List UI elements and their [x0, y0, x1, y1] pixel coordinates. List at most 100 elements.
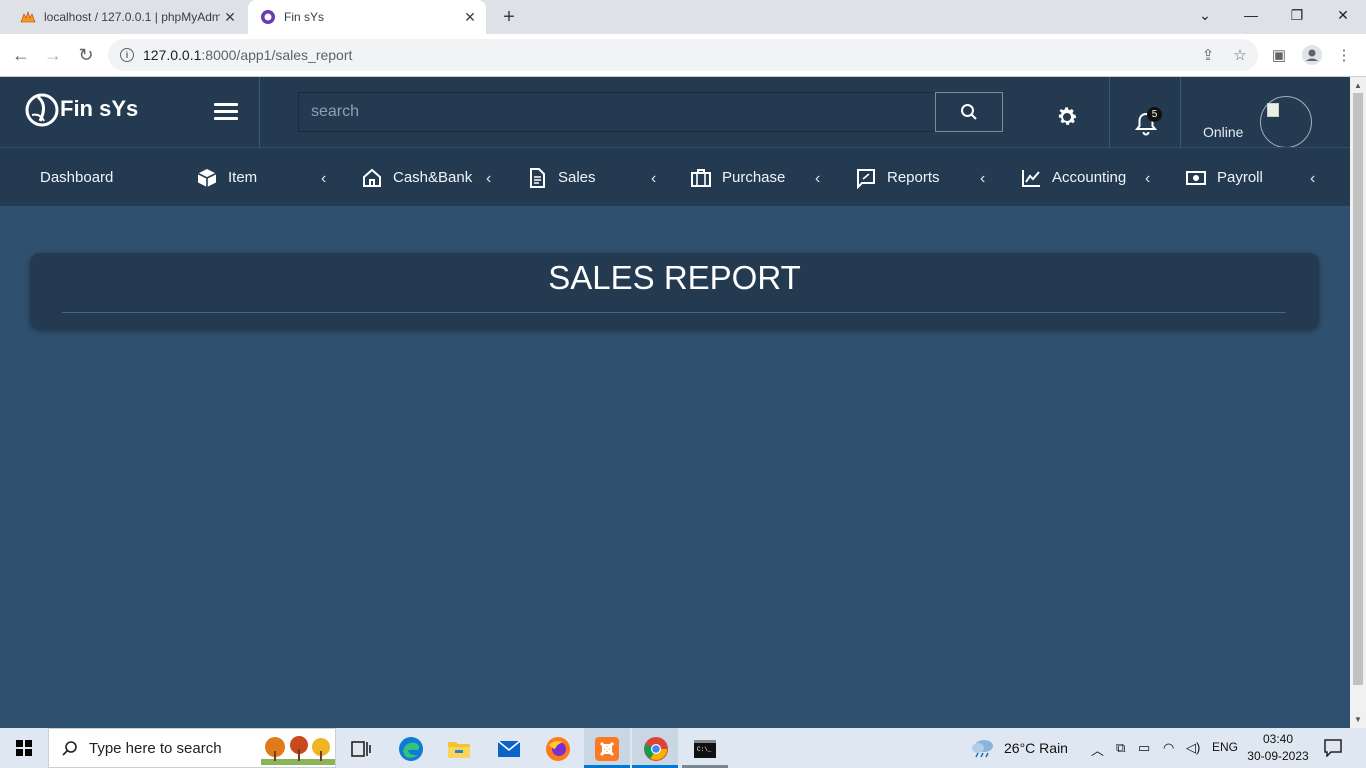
settings-gear-icon[interactable] [1055, 105, 1079, 129]
chart-line-icon [1022, 169, 1040, 187]
taskbar-clock[interactable]: 03:40 30-09-2023 [1246, 731, 1310, 765]
chevron-left-icon[interactable]: ‹ [1310, 170, 1315, 188]
user-avatar[interactable] [1260, 96, 1312, 148]
search-icon [62, 741, 77, 756]
hamburger-menu-icon[interactable] [214, 103, 238, 123]
scroll-up-icon[interactable]: ▲ [1354, 81, 1362, 90]
document-icon [530, 167, 545, 188]
briefcase-icon [691, 168, 711, 187]
reload-button[interactable]: ↻ [73, 42, 99, 68]
divider [259, 77, 260, 147]
chevron-left-icon[interactable]: ‹ [1145, 170, 1150, 188]
chevron-left-icon[interactable]: ‹ [651, 170, 656, 188]
share-icon[interactable]: ⇪ [1197, 44, 1219, 66]
chevron-left-icon[interactable]: ‹ [321, 170, 326, 188]
address-toolbar: ← → ↻ i 127.0.0.1:8000/app1/sales_report… [0, 34, 1366, 77]
search-icon [961, 104, 977, 120]
chevron-left-icon[interactable]: ‹ [980, 170, 985, 188]
svg-text:C:\_: C:\_ [697, 746, 712, 753]
box-icon [197, 168, 217, 187]
nav-item-reports[interactable]: Reports [855, 148, 940, 207]
scrollbar-thumb[interactable] [1353, 93, 1363, 685]
nav-label: Sales [558, 169, 596, 186]
nav-label: Reports [887, 169, 940, 186]
xampp-icon[interactable] [594, 736, 620, 762]
nav-item-purchase[interactable]: Purchase [690, 148, 785, 207]
app-header: Fin sYs 5 Online [0, 77, 1350, 157]
browser-tab-finsys[interactable]: Fin sYs ✕ [248, 0, 486, 34]
wifi-icon[interactable]: ◠ [1163, 740, 1174, 756]
chevron-left-icon[interactable]: ‹ [486, 170, 491, 188]
money-icon [1186, 170, 1206, 185]
weather-text[interactable]: 26°C Rain [1004, 740, 1068, 756]
language-indicator[interactable]: ENG [1212, 740, 1238, 754]
finsys-icon [260, 9, 276, 25]
nav-item-sales[interactable]: Sales [526, 148, 596, 207]
scroll-down-icon[interactable]: ▼ [1354, 715, 1362, 724]
restore-button[interactable]: ❐ [1274, 0, 1320, 30]
autumn-trees-icon [261, 736, 335, 765]
broken-image-icon [1267, 103, 1279, 117]
close-icon[interactable]: ✕ [220, 9, 240, 26]
status-text: Online [1203, 124, 1244, 140]
vertical-scrollbar[interactable]: ▲ ▼ [1350, 77, 1366, 728]
clock-time: 03:40 [1262, 732, 1294, 746]
taskbar-search-placeholder: Type here to search [89, 739, 222, 757]
url-path: :8000/app1/sales_report [201, 47, 353, 63]
divider [62, 312, 1286, 313]
side-panel-icon[interactable]: ▣ [1268, 44, 1290, 66]
notification-count-badge: 5 [1147, 107, 1162, 122]
browser-tab-phpmyadmin[interactable]: localhost / 127.0.0.1 | phpMyAdmin ✕ [0, 0, 246, 34]
main-nav-menu: Dashboard Item ‹ Cash&Bank ‹ Sales ‹ Pur… [0, 147, 1350, 206]
windows-start-icon[interactable] [16, 740, 32, 756]
tab-search-chevron-icon[interactable]: ⌄ [1182, 0, 1228, 30]
bookmark-star-icon[interactable]: ☆ [1229, 44, 1251, 66]
site-info-icon[interactable]: i [120, 48, 134, 62]
windows-taskbar: Type here to search C:\_ 26°C Rain ︿ ⧉ ▭… [0, 728, 1366, 768]
nav-label: Cash&Bank [393, 169, 473, 186]
chevron-left-icon[interactable]: ‹ [815, 170, 820, 188]
file-explorer-icon[interactable] [446, 736, 472, 762]
chevron-up-icon[interactable]: ︿ [1091, 740, 1104, 759]
taskbar-search-box[interactable]: Type here to search [48, 728, 336, 768]
weather-rain-icon [972, 740, 993, 758]
battery-icon[interactable]: ▭ [1138, 740, 1150, 756]
notification-center-icon[interactable] [1324, 739, 1342, 757]
minimize-button[interactable]: — [1228, 0, 1274, 30]
firefox-icon[interactable] [545, 736, 571, 762]
back-button[interactable]: ← [8, 42, 34, 68]
chrome-icon[interactable] [643, 736, 669, 762]
phpmyadmin-icon [20, 9, 36, 25]
nav-label: Item [228, 169, 258, 186]
tab-title: Fin sYs [284, 10, 325, 24]
tab-title: localhost / 127.0.0.1 | phpMyAdmin [44, 10, 220, 24]
nav-label: Payroll [1217, 169, 1263, 186]
edge-browser-icon[interactable] [398, 736, 424, 762]
terminal-icon[interactable]: C:\_ [692, 736, 718, 762]
brand-logo[interactable]: Fin sYs [24, 91, 138, 127]
nav-item-item[interactable]: Item [196, 148, 257, 207]
finsys-logo-icon [25, 93, 59, 127]
search-button[interactable] [935, 92, 1003, 132]
close-icon[interactable]: ✕ [460, 9, 480, 26]
profile-avatar-icon[interactable] [1301, 44, 1323, 66]
clock-date: 30-09-2023 [1247, 749, 1309, 763]
new-tab-button[interactable]: + [498, 6, 520, 29]
nav-item-cash-bank[interactable]: Cash&Bank [361, 148, 472, 207]
url-field[interactable]: i 127.0.0.1:8000/app1/sales_report [108, 39, 1258, 71]
network-device-icon[interactable]: ⧉ [1116, 740, 1125, 756]
main-content: SALES REPORT [0, 206, 1350, 728]
mail-icon[interactable] [496, 736, 522, 762]
divider [1180, 77, 1181, 157]
nav-dashboard[interactable]: Dashboard [40, 148, 113, 207]
browser-menu-icon[interactable]: ⋮ [1333, 44, 1355, 66]
report-icon [857, 168, 875, 189]
nav-item-payroll[interactable]: Payroll [1185, 148, 1263, 207]
task-view-icon[interactable] [348, 736, 374, 762]
volume-icon[interactable]: ◁) [1186, 740, 1200, 756]
search-input[interactable] [298, 92, 936, 132]
close-window-button[interactable]: ✕ [1320, 0, 1366, 30]
forward-button[interactable]: → [40, 42, 66, 68]
nav-item-accounting[interactable]: Accounting [1020, 148, 1126, 207]
report-header-card: SALES REPORT [30, 253, 1319, 329]
